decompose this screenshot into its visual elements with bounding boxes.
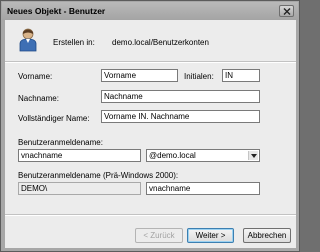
logon-name-input[interactable]: vnachname xyxy=(18,149,141,162)
back-button[interactable]: < Zurück xyxy=(135,228,183,243)
vorname-label: Vorname: xyxy=(18,72,53,81)
dialog-client-area: Erstellen in: demo.local/Benutzerkonten … xyxy=(5,20,296,248)
close-icon xyxy=(283,8,291,15)
domain-select[interactable]: @demo.local xyxy=(146,149,260,162)
fullname-label: Vollständiger Name: xyxy=(18,114,90,123)
domain-select-value: @demo.local xyxy=(149,151,196,160)
prewin-domain-field: DEMO\ xyxy=(18,182,141,195)
vorname-input[interactable]: Vorname xyxy=(101,69,178,82)
dialog-window: Neues Objekt - Benutzer Erstellen in: de… xyxy=(0,0,300,252)
header-divider xyxy=(5,61,296,63)
initialen-label: Initialen: xyxy=(184,72,214,81)
cancel-button[interactable]: Abbrechen xyxy=(243,228,291,243)
title-bar[interactable]: Neues Objekt - Benutzer xyxy=(2,2,298,20)
footer-divider xyxy=(5,214,296,216)
fullname-input[interactable]: Vorname IN. Nachname xyxy=(101,110,260,123)
prewin-name-input[interactable]: vnachname xyxy=(146,182,260,195)
nachname-label: Nachname: xyxy=(18,94,59,103)
chevron-down-icon xyxy=(251,154,257,158)
close-button[interactable] xyxy=(279,5,294,17)
container-path: demo.local/Benutzerkonten xyxy=(112,38,209,47)
window-title: Neues Objekt - Benutzer xyxy=(7,6,106,16)
logon-label: Benutzeranmeldename: xyxy=(18,138,103,147)
dropdown-arrow[interactable] xyxy=(248,151,258,160)
initialen-input[interactable]: IN xyxy=(222,69,260,82)
next-button[interactable]: Weiter > xyxy=(187,228,234,243)
user-icon xyxy=(18,28,38,52)
nachname-input[interactable]: Nachname xyxy=(101,90,260,103)
created-in-label: Erstellen in: xyxy=(53,38,95,47)
prewin-label: Benutzeranmeldename (Prä-Windows 2000): xyxy=(18,171,179,180)
